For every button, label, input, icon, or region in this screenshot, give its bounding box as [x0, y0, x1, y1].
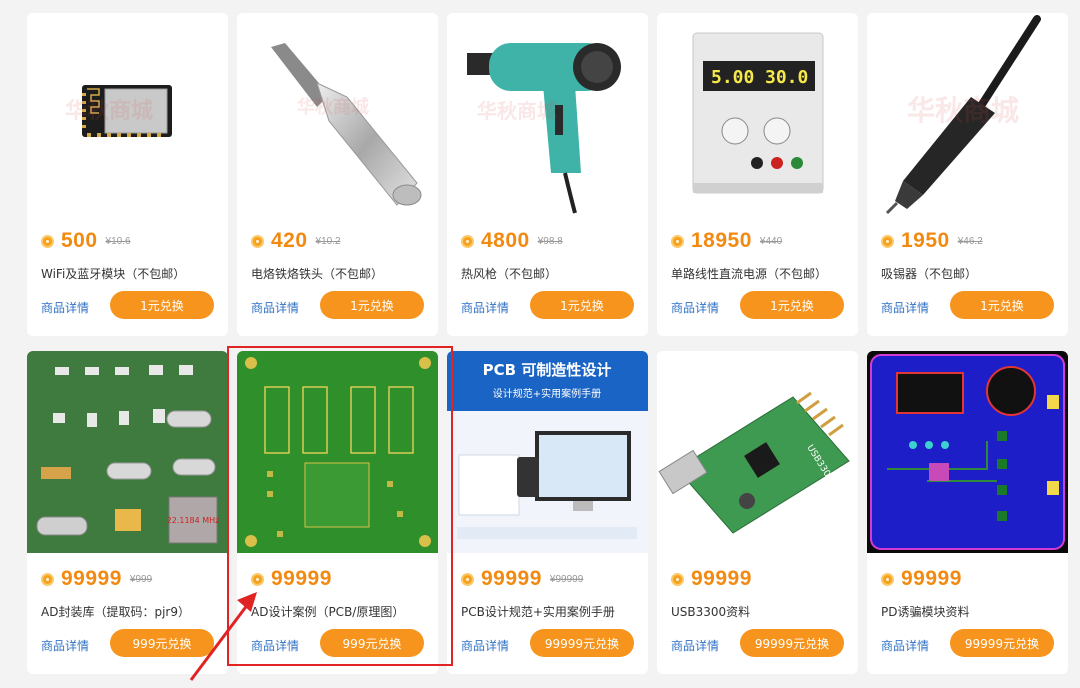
points-price: 99999	[61, 567, 122, 590]
points-price: 99999	[481, 567, 542, 590]
product-card[interactable]: 华秋商城 4800 ¥98.8 热风枪（不包邮） 商品详情 1元兑换	[447, 13, 648, 336]
price-row: 420 ¥10.2	[251, 229, 341, 253]
coin-icon	[671, 572, 684, 586]
coin-icon	[251, 572, 264, 586]
coin-icon	[251, 234, 264, 248]
original-price: ¥440	[759, 235, 783, 247]
product-name: 吸锡器（不包邮）	[881, 267, 978, 281]
product-detail-link[interactable]: 商品详情	[461, 637, 509, 654]
product-card[interactable]: 5.00 30.0 18950 ¥440 单路线性直流电源（不包邮） 商品详情 …	[657, 13, 858, 336]
price-row: 99999 ¥999	[41, 567, 152, 591]
coin-icon	[671, 234, 684, 248]
product-name: AD设计案例（PCB/原理图）	[251, 605, 405, 619]
product-image-ad-footprints[interactable]: 22.1184 MHz	[27, 351, 228, 553]
banner-subtitle: 设计规范+实用案例手册	[493, 387, 601, 400]
product-name: PCB设计规范+实用案例手册	[461, 605, 615, 619]
coin-icon	[41, 572, 54, 586]
original-price: ¥999	[129, 573, 153, 585]
product-card[interactable]: 99999 AD设计案例（PCB/原理图） 商品详情 999元兑换	[237, 351, 438, 674]
product-image-soldering-tip[interactable]: 华秋商城	[237, 13, 438, 215]
original-price: ¥10.6	[105, 235, 131, 247]
product-card[interactable]: PCB 可制造性设计 设计规范+实用案例手册 99999 ¥99999 PCB设…	[447, 351, 648, 674]
product-name: 电烙铁烙铁头（不包邮）	[251, 267, 384, 281]
current-display: 30.0	[765, 67, 808, 88]
points-price: 500	[61, 229, 98, 252]
product-grid: 华秋商城 500 ¥10.6 WiFi及蓝牙模块（不包邮） 商品详情 1元兑换 …	[27, 13, 1073, 674]
product-detail-link[interactable]: 商品详情	[881, 299, 929, 316]
coin-icon	[881, 234, 894, 248]
price-row: 4800 ¥98.8	[461, 229, 563, 253]
price-row: 18950 ¥440	[671, 229, 782, 253]
coin-icon	[461, 572, 474, 586]
product-detail-link[interactable]: 商品详情	[671, 299, 719, 316]
product-card[interactable]: 华秋商城 500 ¥10.6 WiFi及蓝牙模块（不包邮） 商品详情 1元兑换	[27, 13, 228, 336]
redeem-button[interactable]: 1元兑换	[950, 291, 1054, 319]
product-name: PD诱骗模块资料	[881, 605, 970, 619]
product-image-power-supply[interactable]: 5.00 30.0	[657, 13, 858, 215]
coin-icon	[881, 572, 894, 586]
product-image-desoldering-pump[interactable]: 华秋商城	[867, 13, 1068, 215]
coin-icon	[461, 234, 474, 248]
points-price: 99999	[901, 567, 962, 590]
product-detail-link[interactable]: 商品详情	[671, 637, 719, 654]
product-detail-link[interactable]: 商品详情	[41, 637, 89, 654]
product-image-usb3300-board[interactable]: USB3300	[657, 351, 858, 553]
original-price: ¥99999	[549, 573, 584, 585]
product-detail-link[interactable]: 商品详情	[251, 637, 299, 654]
banner-title: PCB 可制造性设计	[483, 361, 612, 379]
product-image-wifi-module[interactable]: 华秋商城	[27, 13, 228, 215]
price-row: 1950 ¥46.2	[881, 229, 983, 253]
redeem-button[interactable]: 99999元兑换	[530, 629, 634, 657]
price-row: 500 ¥10.6	[41, 229, 131, 253]
redeem-button[interactable]: 1元兑换	[530, 291, 634, 319]
points-price: 1950	[901, 229, 950, 252]
product-card[interactable]: 99999 PD诱骗模块资料 商品详情 99999元兑换	[867, 351, 1068, 674]
redeem-button[interactable]: 999元兑换	[320, 629, 424, 657]
product-name: 单路线性直流电源（不包邮）	[671, 267, 828, 281]
original-price: ¥46.2	[957, 235, 983, 247]
product-card[interactable]: 华秋商城 420 ¥10.2 电烙铁烙铁头（不包邮） 商品详情 1元兑换	[237, 13, 438, 336]
redeem-button[interactable]: 1元兑换	[110, 291, 214, 319]
original-price: ¥10.2	[315, 235, 341, 247]
product-image-pcb-manual[interactable]: PCB 可制造性设计 设计规范+实用案例手册	[447, 351, 648, 553]
original-price: ¥98.8	[537, 235, 563, 247]
product-detail-link[interactable]: 商品详情	[251, 299, 299, 316]
product-card[interactable]: USB3300 99999 USB3300资料 商品详情 99999元兑换	[657, 351, 858, 674]
price-row: 99999	[251, 567, 340, 591]
product-detail-link[interactable]: 商品详情	[881, 637, 929, 654]
points-price: 18950	[691, 229, 752, 252]
price-row: 99999 ¥99999	[461, 567, 583, 591]
product-image-heat-gun[interactable]: 华秋商城	[447, 13, 648, 215]
redeem-button[interactable]: 1元兑换	[740, 291, 844, 319]
points-price: 99999	[271, 567, 332, 590]
product-name: WiFi及蓝牙模块（不包邮）	[41, 267, 186, 281]
product-name: USB3300资料	[671, 605, 751, 619]
redeem-button[interactable]: 999元兑换	[110, 629, 214, 657]
redeem-button[interactable]: 1元兑换	[320, 291, 424, 319]
product-card[interactable]: 22.1184 MHz 99999 ¥999 AD封装库（提取码：pjr9） 商…	[27, 351, 228, 674]
points-price: 4800	[481, 229, 530, 252]
points-price: 99999	[691, 567, 752, 590]
voltage-display: 5.00	[711, 67, 754, 88]
product-name: 热风枪（不包邮）	[461, 267, 558, 281]
product-detail-link[interactable]: 商品详情	[41, 299, 89, 316]
price-row: 99999	[881, 567, 970, 591]
product-name: AD封装库（提取码：pjr9）	[41, 605, 190, 619]
price-row: 99999	[671, 567, 760, 591]
product-image-pd-module[interactable]	[867, 351, 1068, 553]
redeem-button[interactable]: 99999元兑换	[950, 629, 1054, 657]
crystal-label: 22.1184 MHz	[167, 516, 220, 525]
product-card[interactable]: 华秋商城 1950 ¥46.2 吸锡器（不包邮） 商品详情 1元兑换	[867, 13, 1068, 336]
product-detail-link[interactable]: 商品详情	[461, 299, 509, 316]
product-image-pcb-green[interactable]	[237, 351, 438, 553]
coin-icon	[41, 234, 54, 248]
redeem-button[interactable]: 99999元兑换	[740, 629, 844, 657]
points-price: 420	[271, 229, 308, 252]
